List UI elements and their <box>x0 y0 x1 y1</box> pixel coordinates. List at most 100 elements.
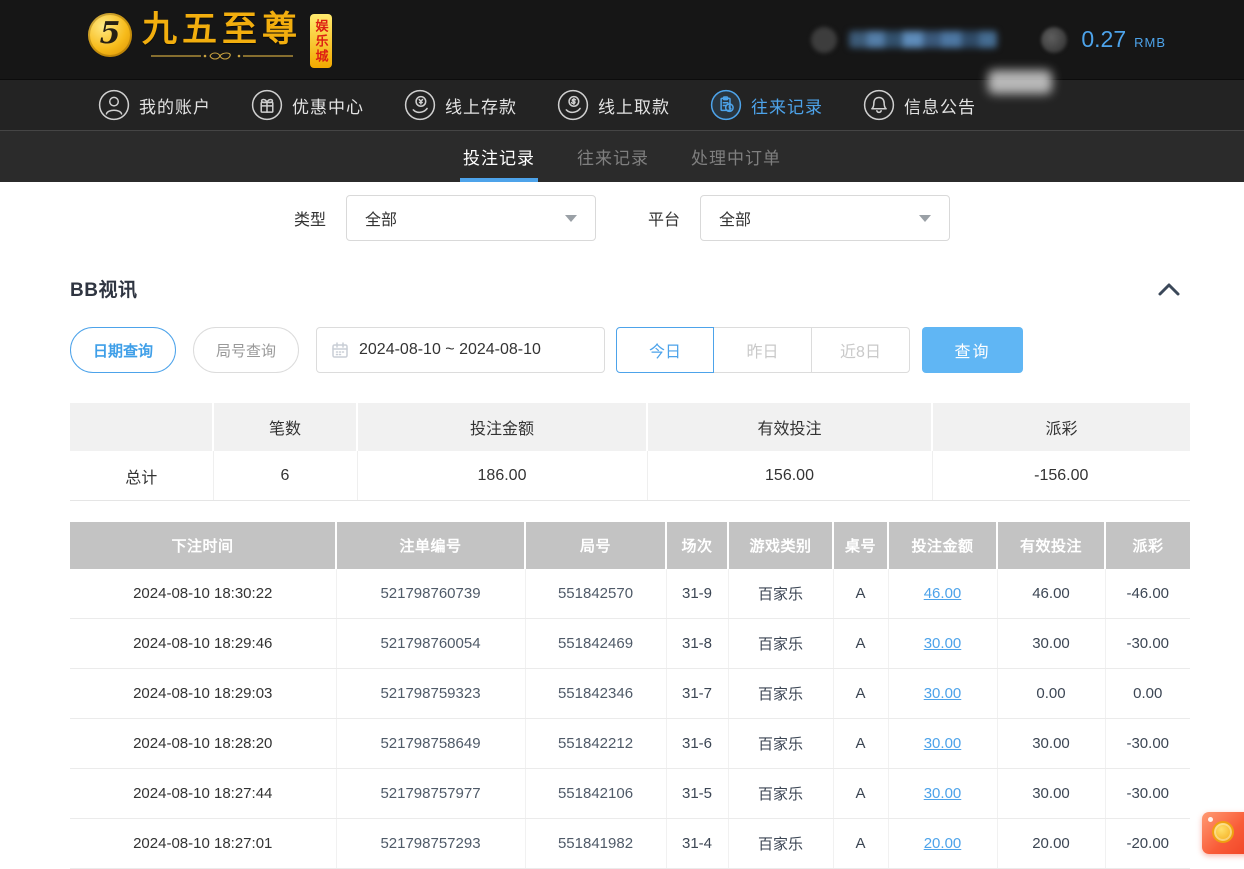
cell-round-id: 551842346 <box>525 669 666 719</box>
bet-amount-link[interactable]: 30.00 <box>924 735 962 752</box>
cell-order-id: 521798759323 <box>336 669 525 719</box>
bet-amount-link[interactable]: 20.00 <box>924 835 962 852</box>
avatar <box>811 27 837 53</box>
yesterday-button[interactable]: 昨日 <box>714 327 812 373</box>
summary-header-valid-bet: 有效投注 <box>647 403 932 451</box>
header-account-area: 0.27 RMB <box>811 26 1166 53</box>
nav-item-deposit[interactable]: 线上存款 <box>404 89 517 121</box>
cell-table-no: A <box>833 719 888 769</box>
nav-item-withdraw[interactable]: 线上取款 <box>557 89 670 121</box>
nav-item-promotions[interactable]: 优惠中心 <box>251 89 364 121</box>
bet-amount-link[interactable]: 30.00 <box>924 685 962 702</box>
table-row: 2024-08-10 18:29:46 521798760054 5518424… <box>70 619 1190 669</box>
chevron-down-icon <box>565 215 577 222</box>
header-bet-amount: 投注金额 <box>888 522 997 569</box>
cell-round-id: 551842212 <box>525 719 666 769</box>
search-button[interactable]: 查询 <box>922 327 1023 373</box>
cell-valid-bet: 20.00 <box>997 819 1105 869</box>
header-valid-bet: 有效投注 <box>997 522 1105 569</box>
cell-game-type: 百家乐 <box>728 619 833 669</box>
summary-bet-amount: 186.00 <box>357 451 647 501</box>
wallet-icon <box>1041 27 1067 53</box>
top-header: 5 九五至尊 娱乐城 0.27 RMB <box>0 0 1244 80</box>
cell-session: 31-7 <box>666 669 728 719</box>
cell-payout: -30.00 <box>1105 619 1190 669</box>
date-query-button[interactable]: 日期查询 <box>70 327 176 373</box>
summary-header-blank <box>70 403 213 451</box>
platform-select-value: 全部 <box>719 206 751 230</box>
cell-table-no: A <box>833 619 888 669</box>
gift-icon <box>251 89 283 121</box>
balance-display[interactable]: 0.27 RMB <box>1041 26 1166 53</box>
date-range-value: 2024-08-10 ~ 2024-08-10 <box>359 341 541 359</box>
balance-amount: 0.27 <box>1081 26 1126 53</box>
cell-session: 31-4 <box>666 819 728 869</box>
table-row: 2024-08-10 18:27:44 521798757977 5518421… <box>70 769 1190 819</box>
cell-session: 31-9 <box>666 569 728 619</box>
emblem-numeral: 5 <box>100 19 121 49</box>
user-account-chip[interactable] <box>811 27 997 53</box>
deposit-icon <box>404 89 436 121</box>
red-envelope-widget[interactable] <box>1202 812 1244 854</box>
platform-filter-label: 平台 <box>648 206 680 230</box>
cell-table-no: A <box>833 819 888 869</box>
tab-bet-records[interactable]: 投注记录 <box>461 131 537 182</box>
tab-transaction-records[interactable]: 往来记录 <box>575 131 651 182</box>
summary-total-row: 总计 6 186.00 156.00 -156.00 <box>70 451 1190 501</box>
bet-amount-link[interactable]: 30.00 <box>924 785 962 802</box>
header-payout: 派彩 <box>1105 522 1190 569</box>
cell-valid-bet: 0.00 <box>997 669 1105 719</box>
summary-header-count: 笔数 <box>213 403 357 451</box>
header-session: 场次 <box>666 522 728 569</box>
filter-row: 类型 全部 平台 全部 <box>0 195 1244 241</box>
records-table: 下注时间 注单编号 局号 场次 游戏类别 桌号 投注金额 有效投注 派彩 202… <box>70 522 1190 869</box>
cell-bet-time: 2024-08-10 18:30:22 <box>70 569 336 619</box>
platform-select[interactable]: 全部 <box>700 195 950 241</box>
cell-table-no: A <box>833 669 888 719</box>
last8days-button[interactable]: 近8日 <box>812 327 910 373</box>
cell-bet-amount: 30.00 <box>888 619 997 669</box>
summary-count: 6 <box>213 451 357 501</box>
cell-order-id: 521798758649 <box>336 719 525 769</box>
cell-round-id: 551842570 <box>525 569 666 619</box>
nav-item-transaction-records[interactable]: 往来记录 <box>710 89 823 121</box>
blurred-notification-badge <box>988 70 1052 94</box>
table-row: 2024-08-10 18:28:20 521798758649 5518422… <box>70 719 1190 769</box>
nav-item-my-account[interactable]: 我的账户 <box>98 89 211 121</box>
logo[interactable]: 5 九五至尊 娱乐城 <box>88 11 332 68</box>
type-filter-label: 类型 <box>294 206 326 230</box>
cell-payout: -20.00 <box>1105 819 1190 869</box>
cell-order-id: 521798757977 <box>336 769 525 819</box>
withdraw-icon <box>557 89 589 121</box>
cell-bet-amount: 30.00 <box>888 719 997 769</box>
type-filter-group: 类型 全部 <box>294 195 596 241</box>
summary-total-label: 总计 <box>70 451 213 501</box>
cell-game-type: 百家乐 <box>728 819 833 869</box>
bet-amount-link[interactable]: 46.00 <box>924 585 962 602</box>
header-table-no: 桌号 <box>833 522 888 569</box>
date-range-input[interactable]: 2024-08-10 ~ 2024-08-10 <box>316 327 605 373</box>
bet-amount-link[interactable]: 30.00 <box>924 635 962 652</box>
collapse-section-button[interactable] <box>1156 280 1182 298</box>
tab-pending-orders[interactable]: 处理中订单 <box>689 131 783 182</box>
flourish-ornament-icon <box>147 51 297 61</box>
cell-valid-bet: 30.00 <box>997 769 1105 819</box>
user-icon <box>98 89 130 121</box>
nav-item-announcements[interactable]: 信息公告 <box>863 89 976 121</box>
header-bet-time: 下注时间 <box>70 522 336 569</box>
cell-bet-amount: 20.00 <box>888 819 997 869</box>
cell-bet-time: 2024-08-10 18:27:01 <box>70 819 336 869</box>
cell-table-no: A <box>833 569 888 619</box>
cell-payout: -46.00 <box>1105 569 1190 619</box>
summary-table: 笔数 投注金额 有效投注 派彩 总计 6 186.00 156.00 -156.… <box>70 403 1190 501</box>
round-query-button[interactable]: 局号查询 <box>193 327 299 373</box>
username-blurred <box>849 31 997 48</box>
type-select[interactable]: 全部 <box>346 195 596 241</box>
today-button[interactable]: 今日 <box>616 327 714 373</box>
cell-table-no: A <box>833 769 888 819</box>
cell-payout: -30.00 <box>1105 769 1190 819</box>
query-toolbar: 日期查询 局号查询 2024-08-10 ~ 2024-08-10 今日 昨日 … <box>70 327 1174 373</box>
cell-order-id: 521798757293 <box>336 819 525 869</box>
records-header-row: 下注时间 注单编号 局号 场次 游戏类别 桌号 投注金额 有效投注 派彩 <box>70 522 1190 569</box>
summary-header-payout: 派彩 <box>932 403 1190 451</box>
